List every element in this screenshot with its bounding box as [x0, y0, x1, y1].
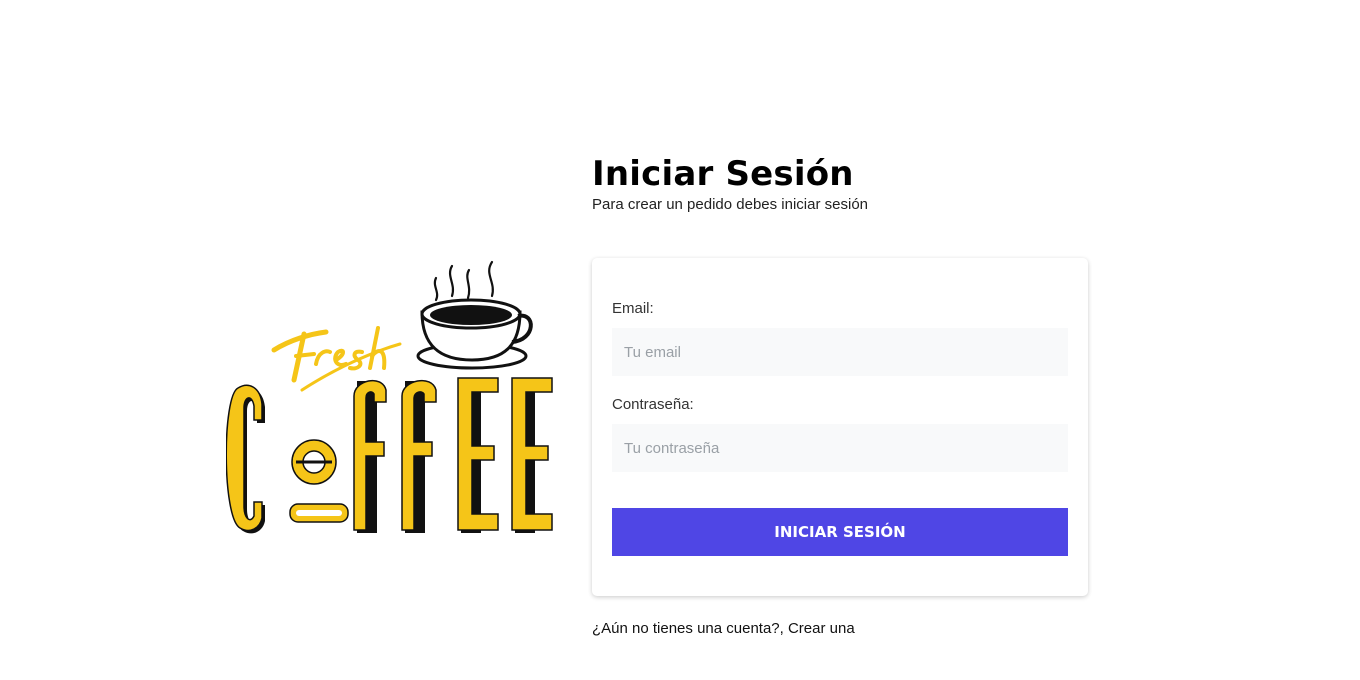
login-submit-button[interactable]: Iniciar Sesión [612, 508, 1068, 556]
email-input[interactable] [612, 328, 1068, 376]
password-input[interactable] [612, 424, 1068, 472]
page-subtitle: Para crear un pedido debes iniciar sesió… [592, 196, 868, 213]
page-title: Iniciar Sesión [592, 154, 854, 194]
login-form-card: Email: Contraseña: Iniciar Sesión [592, 258, 1088, 596]
password-label: Contraseña: [612, 396, 694, 413]
fresh-coffee-logo-image [226, 260, 553, 534]
create-account-link[interactable]: ¿Aún no tienes una cuenta?, Crear una [592, 620, 855, 638]
login-header: Iniciar Sesión Para crear un pedido debe… [592, 152, 1092, 214]
fresh-coffee-logo [226, 256, 558, 536]
email-label: Email: [612, 300, 654, 317]
